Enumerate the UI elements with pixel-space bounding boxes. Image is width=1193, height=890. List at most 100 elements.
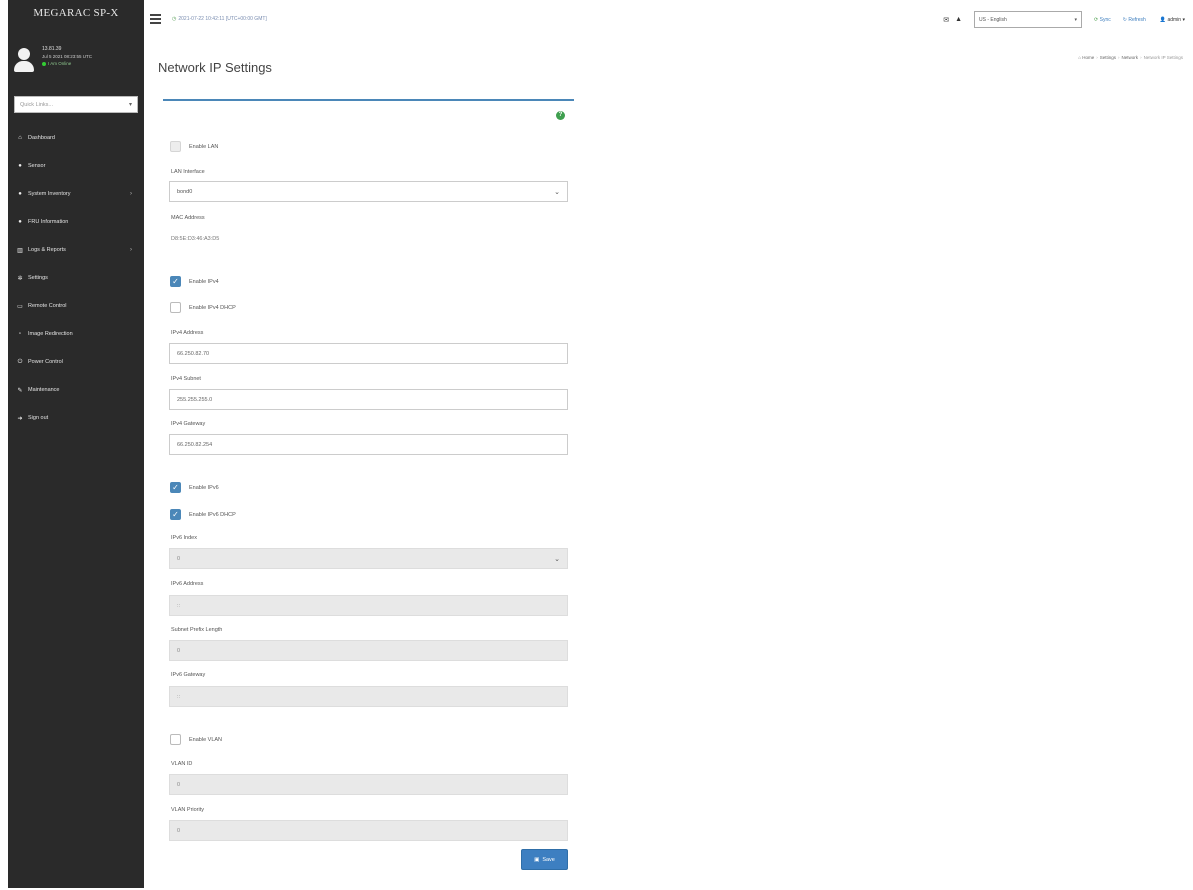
chevron-down-icon: ⌄ [554,188,560,196]
chevron-down-icon: ⌄ [554,555,560,563]
mac-address-value: D8:5E:D3:46:A3:D5 [171,236,220,242]
sidebar-item-fru-information[interactable]: ● FRU Information [8,208,144,236]
sync-label: Sync [1099,16,1111,23]
ipv4-address-label: IPv4 Address [171,330,204,336]
hamburger-menu-icon[interactable] [150,14,161,24]
user-panel: 13.81.39 Jul 5 2021 08:23:55 UTC I Am On… [8,26,144,84]
datetime-text: 2021-07-22 10:42:11 [UTC+00:00 GMT] [178,16,267,22]
ipv4-gateway-input[interactable]: 66.250.82.254 [169,434,568,455]
enable-ipv4-dhcp-checkbox[interactable] [170,302,181,313]
sidebar-item-logs-reports[interactable]: ▥ Logs & Reports › [8,236,144,264]
user-menu[interactable]: 👤 admin ▾ [1160,17,1185,23]
user-session: Jul 5 2021 08:23:55 UTC [42,54,93,59]
refresh-button[interactable]: ↻ Refresh [1123,17,1146,23]
mac-address-label: MAC Address [171,215,205,221]
user-name: 13.81.39 [42,46,62,52]
enable-ipv6-label: Enable IPv6 [189,484,219,491]
sidebar: MEGARAC SP-X 13.81.39 Jul 5 2021 08:23:5… [8,0,144,888]
user-status: I Am Online [42,60,92,67]
ipv6-address-input[interactable]: :: [169,595,568,616]
clock-icon: ◷ [172,16,177,22]
enable-lan-label: Enable LAN [189,143,219,150]
brand-logo[interactable]: MEGARAC SP-X [8,0,144,26]
monitor-icon: ▭ [17,303,23,310]
sensor-icon: ● [18,163,22,169]
language-value: US - English [979,16,1007,23]
user-icon: 👤 [1159,16,1167,23]
sidebar-item-remote-control[interactable]: ▭ Remote Control [8,292,144,320]
sidebar-item-system-inventory[interactable]: ● System Inventory › [8,180,144,208]
sync-button[interactable]: ⟳ Sync [1094,17,1111,23]
sidebar-item-label: System Inventory [28,191,71,197]
sidebar-item-sensor[interactable]: ● Sensor [8,152,144,180]
ipv4-subnet-label: IPv4 Subnet [171,376,201,382]
user-info: 13.81.39 Jul 5 2021 08:23:55 UTC I Am On… [42,46,92,67]
home-icon: ⌂ [18,135,22,141]
chart-icon: ▥ [17,247,23,254]
ipv4-subnet-input[interactable]: 255.255.255.0 [169,389,568,410]
power-icon: ⏻ [17,358,23,365]
breadcrumb-network[interactable]: Network [1122,55,1139,60]
enable-ipv6-dhcp-label: Enable IPv6 DHCP [189,511,236,518]
ipv6-gateway-label: IPv6 Gateway [171,672,206,678]
sidebar-item-sign-out[interactable]: ➜ Sign out [8,404,144,432]
language-select[interactable]: US - English ▾ [974,11,1083,28]
enable-vlan-checkbox[interactable] [170,734,181,745]
caret-down-icon: ▾ [1074,16,1078,23]
ipv6-gateway-input[interactable]: :: [169,686,568,707]
lan-interface-select[interactable]: bond0 ⌄ [169,181,568,202]
gear-icon: ✲ [17,275,23,282]
sidebar-item-label: Sign out [28,415,49,421]
vlan-id-input[interactable]: 0 [169,774,568,795]
ipv4-address-input[interactable]: 66.250.82.70 [169,343,568,364]
topbar: ◷ 2021-07-22 10:42:11 [UTC+00:00 GMT] ✉ ▲… [144,0,1193,44]
sync-icon: ⟳ [1094,16,1099,23]
caret-down-icon: ▾ [1182,16,1185,23]
sidebar-item-dashboard[interactable]: ⌂ Dashboard [8,124,144,152]
online-dot-icon [42,61,46,66]
enable-ipv6-row: ✓ Enable IPv6 [170,482,219,493]
save-button[interactable]: ▣ Save [521,849,568,870]
enable-vlan-label: Enable VLAN [189,736,223,743]
breadcrumb: ⌂ Home › Settings › Network › Network IP Setti… [1078,55,1183,60]
enable-ipv4-dhcp-row: Enable IPv4 DHCP [170,302,236,313]
sidebar-item-image-redirection[interactable]: ▫ Image Redirection [8,320,144,348]
sidebar-item-label: Logs & Reports [28,247,66,253]
breadcrumb-home[interactable]: Home [1082,55,1094,60]
quicklinks-select[interactable]: Quick Links... ▾ [14,96,138,113]
home-icon: ⌂ [1078,55,1081,60]
ipv6-index-value: 0 [177,555,181,562]
vlan-id-label: VLAN ID [171,761,193,767]
subnet-prefix-label: Subnet Prefix Length [171,627,223,633]
enable-lan-checkbox[interactable] [170,141,181,152]
sidebar-item-label: Dashboard [28,135,55,141]
sidebar-item-label: Power Control [28,359,63,365]
breadcrumb-current: Network IP Settings [1143,55,1183,60]
fru-icon: ● [18,219,22,225]
save-label: Save [542,856,555,863]
sidebar-item-label: Image Redirection [28,331,73,337]
enable-ipv6-dhcp-checkbox[interactable]: ✓ [170,509,181,520]
breadcrumb-settings[interactable]: Settings [1100,55,1116,60]
ipv6-address-label: IPv6 Address [171,581,204,587]
enable-ipv6-checkbox[interactable]: ✓ [170,482,181,493]
enable-ipv6-dhcp-row: ✓ Enable IPv6 DHCP [170,509,236,520]
page-title: Network IP Settings [158,60,272,75]
avatar-icon [14,46,34,72]
ipv6-index-select[interactable]: 0 ⌄ [169,548,568,569]
help-icon[interactable]: ? [556,111,565,120]
sidebar-item-maintenance[interactable]: ✎ Maintenance [8,376,144,404]
vlan-priority-input[interactable]: 0 [169,820,568,841]
warning-icon[interactable]: ▲ [955,16,962,23]
quicklinks-placeholder: Quick Links... [20,101,54,108]
inventory-icon: ● [18,191,22,197]
enable-ipv4-checkbox[interactable]: ✓ [170,276,181,287]
envelope-icon[interactable]: ✉ [943,16,949,24]
sidebar-item-settings[interactable]: ✲ Settings [8,264,144,292]
sidebar-item-power-control[interactable]: ⏻ Power Control [8,348,144,376]
refresh-icon: ↻ [1122,16,1127,23]
lan-interface-label: LAN Interface [171,169,205,175]
sidebar-nav: ⌂ Dashboard ● Sensor ● System Inventory … [8,124,144,432]
subnet-prefix-input[interactable]: 0 [169,640,568,661]
datetime-display: ◷ 2021-07-22 10:42:11 [UTC+00:00 GMT] [172,16,267,22]
